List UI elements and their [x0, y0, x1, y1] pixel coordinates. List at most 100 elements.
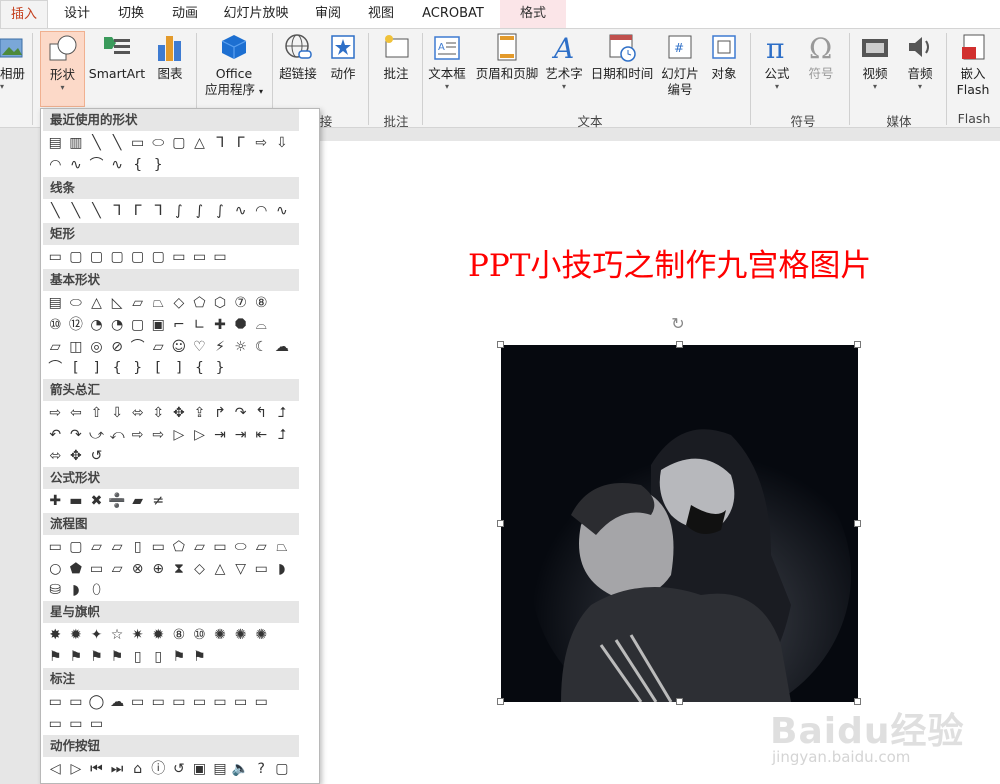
shape-option[interactable]: }	[148, 155, 169, 175]
shape-row[interactable]: ◁ ▷ ⏮ ⏭ ⌂ ⓘ ↺ ▣ ▤ 🔈? ▢	[45, 758, 292, 778]
rotate-handle-icon[interactable]: ↻	[669, 315, 687, 333]
shape-row[interactable]: ○ ⬟ ▭ ▱ ⊗ ⊕ ⧗ ◇ △ ▽ ▭ ◗	[45, 558, 292, 578]
shape-option[interactable]: ⌐	[169, 315, 190, 335]
shape-option[interactable]: ▢	[66, 247, 87, 267]
shape-row[interactable]: ⇨ ⇦ ⇧ ⇩ ⬄ ⇳ ✥ ⇪ ↱ ↷ ↰ ⮥	[45, 402, 292, 422]
shape-option[interactable]: ▭	[251, 692, 272, 712]
shape-option[interactable]: ᒥ	[230, 133, 251, 153]
shape-option[interactable]: ⬭	[66, 293, 87, 313]
shape-option[interactable]: ⇪	[189, 403, 210, 423]
shape-option[interactable]: ▱	[148, 337, 169, 357]
shape-option[interactable]: ⚡	[210, 337, 231, 357]
shape-option[interactable]: ▷	[66, 759, 87, 779]
shape-option[interactable]: ⓘ	[148, 759, 169, 779]
shape-option[interactable]: ⑩	[189, 625, 210, 645]
shape-row[interactable]: ▤ ⬭ △ ◺ ▱ ⏢ ◇ ⬠ ⬡ ⑦ ⑧	[45, 292, 272, 312]
shape-option[interactable]: ⬠	[169, 537, 190, 557]
shape-option[interactable]: ✺	[210, 625, 231, 645]
shape-option[interactable]: ᒥ	[127, 201, 148, 221]
shape-option[interactable]: ✥	[66, 446, 87, 466]
shapes-gallery-dropdown[interactable]: 最近使用的形状 ▤ ▥ ╲ ╲ ▭ ⬭ ▢ △ ᒣ ᒥ ⇨ ⇩ ◠ ∿ ⌒ ∿{} 线条 ╲ ╲ ╲ ᒣ ᒥ ᒣ ∫ ∫ ∫…	[40, 108, 320, 784]
shape-option[interactable]: }	[127, 358, 148, 378]
shape-option[interactable]: ↷	[66, 425, 87, 445]
shape-option[interactable]: ⇥	[210, 425, 231, 445]
shape-option[interactable]: ▥	[66, 133, 87, 153]
shape-row[interactable]: ▭ ▭ ◯ ☁ ▭ ▭ ▭ ▭ ▭ ▭ ▭	[45, 691, 272, 711]
shape-option[interactable]: ⑫	[66, 315, 87, 335]
chart-button[interactable]: 图表	[150, 31, 190, 82]
shape-option[interactable]: ╲	[86, 133, 107, 153]
shape-option[interactable]: ▢	[272, 759, 293, 779]
shape-option[interactable]: ☼	[230, 337, 251, 357]
shape-option[interactable]: ᒣ	[148, 201, 169, 221]
shape-option[interactable]: ⮥	[272, 425, 293, 445]
shape-option[interactable]: ⬠	[189, 293, 210, 313]
shape-option[interactable]: ⌒	[127, 337, 148, 357]
shape-option[interactable]: ▱	[86, 537, 107, 557]
shape-option[interactable]: ≠	[148, 491, 169, 511]
shape-option[interactable]: ◁	[45, 759, 66, 779]
shape-option[interactable]: [	[66, 358, 87, 378]
shape-option[interactable]: }	[210, 358, 231, 378]
shape-option[interactable]: ▯	[127, 647, 148, 667]
shape-option[interactable]: ▰	[127, 491, 148, 511]
shape-option[interactable]: ▭	[45, 692, 66, 712]
shape-option[interactable]: ▭	[189, 247, 210, 267]
shape-option[interactable]: ◔	[86, 315, 107, 335]
shape-option[interactable]: ▭	[251, 559, 272, 579]
shape-option[interactable]: [	[148, 358, 169, 378]
shape-option[interactable]: ⌒	[45, 358, 66, 378]
shape-option[interactable]: ⧗	[169, 559, 190, 579]
shape-option[interactable]: ▭	[45, 247, 66, 267]
shape-option[interactable]: ⬄	[127, 403, 148, 423]
shape-option[interactable]: ↶	[45, 425, 66, 445]
shape-option[interactable]: ⇤	[251, 425, 272, 445]
shape-option[interactable]: ▯	[148, 647, 169, 667]
shape-option[interactable]: △	[86, 293, 107, 313]
shape-option[interactable]: ☾	[251, 337, 272, 357]
shape-option[interactable]: ╲	[45, 201, 66, 221]
shape-option[interactable]: ✹	[66, 625, 87, 645]
shape-option[interactable]: ↺	[86, 446, 107, 466]
shape-option[interactable]: ⬄	[45, 446, 66, 466]
shape-option[interactable]: ⤻	[86, 425, 107, 445]
album-button[interactable]: 相册 ▾	[0, 31, 28, 92]
shape-option[interactable]: ☁	[272, 337, 293, 357]
resize-handle[interactable]	[676, 698, 683, 705]
shape-option[interactable]: ▷	[169, 425, 190, 445]
tab-acrobat[interactable]: ACROBAT	[410, 0, 496, 28]
shape-option[interactable]: ◎	[86, 337, 107, 357]
shape-option[interactable]: ⏮	[86, 759, 107, 779]
shape-option[interactable]: ⑦	[230, 293, 251, 313]
shape-option[interactable]: ↺	[169, 759, 190, 779]
shape-option[interactable]: ∫	[189, 201, 210, 221]
shape-option[interactable]: ]	[86, 358, 107, 378]
shape-option[interactable]: ⤺	[107, 425, 128, 445]
shape-option[interactable]: ◫	[66, 337, 87, 357]
shape-option[interactable]: ⬡	[210, 293, 231, 313]
shape-row[interactable]: ↶ ↷ ⤻ ⤺ ⇨ ⇨ ▷ ▷ ⇥ ⇥ ⇤ ⮥	[45, 424, 292, 444]
shape-option[interactable]: ⮥	[272, 403, 293, 423]
shape-option[interactable]: ▢	[127, 247, 148, 267]
shape-option[interactable]: ▭	[169, 692, 190, 712]
shape-option[interactable]: ∿	[272, 201, 293, 221]
shape-option[interactable]: {	[189, 358, 210, 378]
shape-option[interactable]: ⇦	[66, 403, 87, 423]
shape-option[interactable]: ▣	[189, 759, 210, 779]
object-button[interactable]: 对象	[704, 31, 744, 82]
shape-row[interactable]: ⬄ ✥ ↺	[45, 445, 107, 465]
shape-option[interactable]: ◺	[107, 293, 128, 313]
tab-view[interactable]: 视图	[356, 0, 406, 28]
shape-option[interactable]: ⯃	[230, 315, 251, 335]
shape-option[interactable]: ✖	[86, 491, 107, 511]
shape-option[interactable]: ⊕	[148, 559, 169, 579]
shape-row[interactable]: ▭ ▢ ▢ ▢ ▢ ▢ ▭ ▭ ▭	[45, 246, 230, 266]
resize-handle[interactable]	[497, 341, 504, 348]
shape-option[interactable]: ▭	[210, 692, 231, 712]
shape-option[interactable]: ▱	[189, 537, 210, 557]
shape-option[interactable]: ▭	[189, 692, 210, 712]
shape-option[interactable]: ▱	[45, 337, 66, 357]
shape-option[interactable]: ▭	[45, 537, 66, 557]
action-button[interactable]: 动作	[324, 31, 362, 82]
shape-option[interactable]: ✷	[127, 625, 148, 645]
